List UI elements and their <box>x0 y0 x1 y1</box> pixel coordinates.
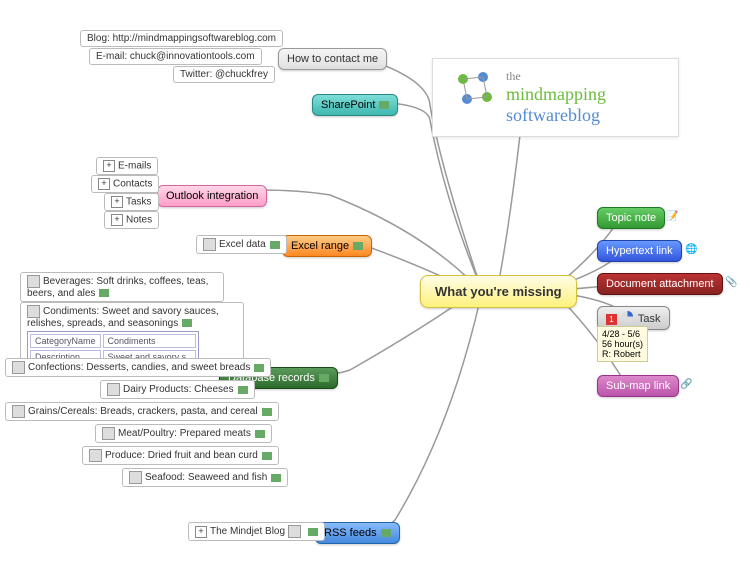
dropdown-icon[interactable] <box>319 374 329 382</box>
dropdown-icon[interactable] <box>255 430 265 438</box>
logo-graphic-icon <box>453 69 498 109</box>
topic-note-node[interactable]: Topic note <box>597 207 665 229</box>
db-confections-item[interactable]: Confections: Desserts, candies, and swee… <box>5 358 271 377</box>
sharepoint-node[interactable]: SharePoint <box>312 94 398 116</box>
doc-icon <box>89 449 102 462</box>
dropdown-icon[interactable] <box>262 452 272 460</box>
logo-image: the mindmapping softwareblog <box>432 58 679 137</box>
center-topic[interactable]: What you're missing <box>420 275 577 308</box>
dropdown-icon[interactable] <box>353 242 363 250</box>
db-beverages-item[interactable]: Beverages: Soft drinks, coffees, teas, b… <box>20 272 224 302</box>
db-grains-item[interactable]: Grains/Cereals: Breads, crackers, pasta,… <box>5 402 279 421</box>
contact-node[interactable]: How to contact me <box>278 48 387 70</box>
dropdown-icon[interactable] <box>182 319 192 327</box>
contact-email-item[interactable]: E-mail: chuck@innovationtools.com <box>89 48 262 65</box>
hyperlink-node[interactable]: Hypertext link <box>597 240 682 262</box>
doc-icon <box>12 405 25 418</box>
dropdown-icon[interactable] <box>270 241 280 249</box>
dropdown-icon[interactable] <box>254 364 264 372</box>
expand-icon[interactable]: + <box>111 196 123 208</box>
submap-node[interactable]: Sub-map link <box>597 375 679 397</box>
expand-icon[interactable]: + <box>98 178 110 190</box>
db-produce-item[interactable]: Produce: Dried fruit and bean curd <box>82 446 279 465</box>
attachment-icon: 📎 <box>725 277 737 288</box>
progress-icon <box>622 311 633 322</box>
outlook-node[interactable]: Outlook integration <box>157 185 267 207</box>
note-icon: 📝 <box>666 211 678 222</box>
dropdown-icon[interactable] <box>238 386 248 394</box>
globe-icon: 🌐 <box>685 244 697 255</box>
outlook-contacts-item[interactable]: +Contacts <box>91 175 159 193</box>
db-meat-item[interactable]: Meat/Poultry: Prepared meats <box>95 424 272 443</box>
dropdown-icon[interactable] <box>308 528 318 536</box>
expand-icon[interactable]: + <box>103 160 115 172</box>
submap-icon: 🔗 <box>680 379 692 390</box>
outlook-notes-item[interactable]: +Notes <box>104 211 159 229</box>
dropdown-icon[interactable] <box>381 529 391 537</box>
rss-node[interactable]: RSS feeds <box>315 522 400 544</box>
rss-mindjet-item[interactable]: +The Mindjet Blog <box>188 522 325 541</box>
doc-icon <box>107 383 120 396</box>
excel-node[interactable]: Excel range <box>282 235 372 257</box>
doc-icon <box>102 427 115 440</box>
dropdown-icon[interactable] <box>271 474 281 482</box>
dropdown-icon[interactable] <box>379 101 389 109</box>
doc-icon <box>12 361 25 374</box>
outlook-tasks-item[interactable]: +Tasks <box>104 193 159 211</box>
db-dairy-item[interactable]: Dairy Products: Cheeses <box>100 380 255 399</box>
expand-icon[interactable]: + <box>111 214 123 226</box>
priority-icon: 1 <box>606 314 617 325</box>
excel-data-item[interactable]: Excel data <box>196 235 287 254</box>
contact-twitter-item[interactable]: Twitter: @chuckfrey <box>173 66 275 83</box>
doc-icon <box>27 305 40 318</box>
expand-icon[interactable]: + <box>195 526 207 538</box>
task-detail-box: 4/28 - 5/6 56 hour(s) R: Robert <box>597 326 648 362</box>
dropdown-icon[interactable] <box>99 289 109 297</box>
link-icon <box>288 525 301 538</box>
outlook-emails-item[interactable]: +E-mails <box>96 157 158 175</box>
db-seafood-item[interactable]: Seafood: Seaweed and fish <box>122 468 288 487</box>
contact-blog-item[interactable]: Blog: http://mindmappingsoftwareblog.com <box>80 30 283 47</box>
dropdown-icon[interactable] <box>262 408 272 416</box>
doc-icon <box>203 238 216 251</box>
doc-icon <box>129 471 142 484</box>
document-node[interactable]: Document attachment <box>597 273 723 295</box>
doc-icon <box>27 275 40 288</box>
